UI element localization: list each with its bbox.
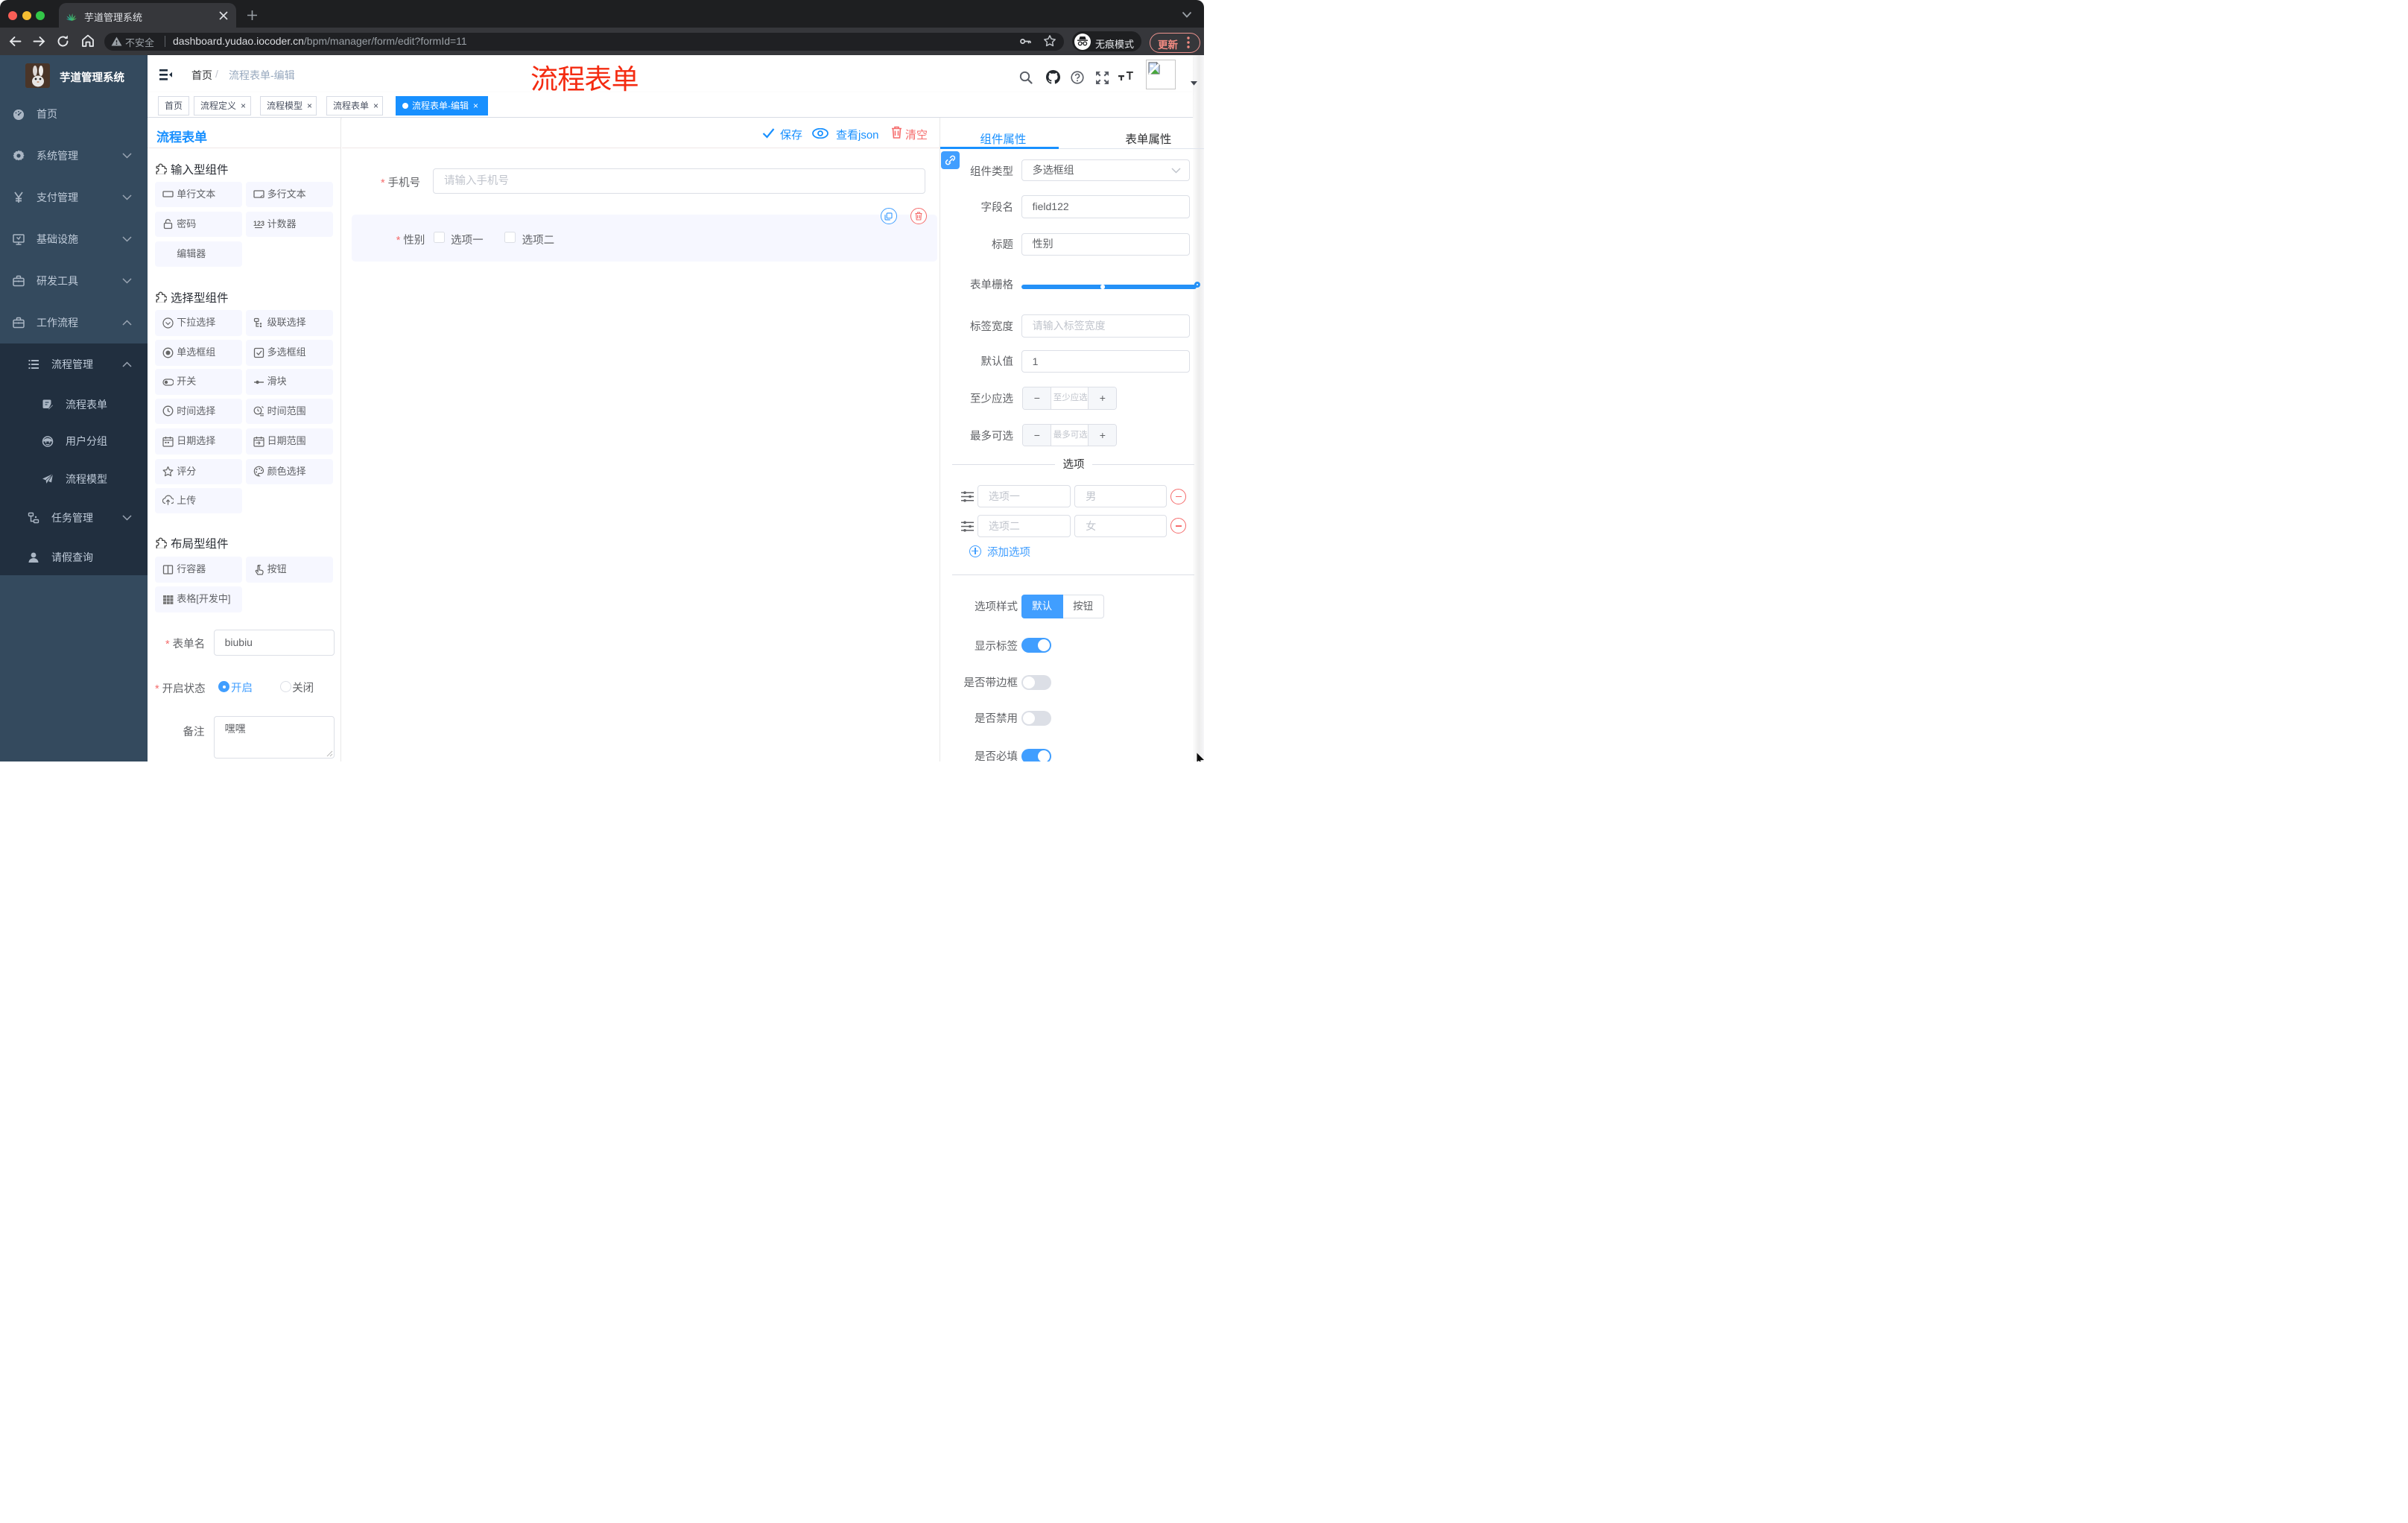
svg-text:123: 123	[253, 220, 264, 227]
